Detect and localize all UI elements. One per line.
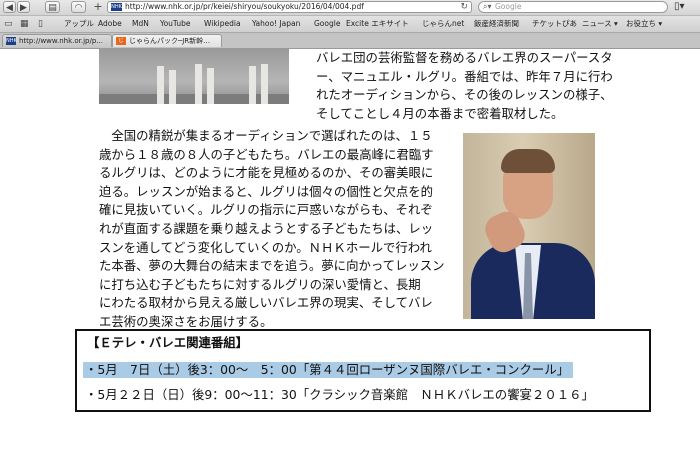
program-item-highlighted: ・5月 7日（土）後3：00～ 5：00「第４４回ローザンヌ国際バレエ・コンクー… [83,362,574,378]
text-line: スンを通してどう変化していくのか。ＮＨＫホールで行われ [99,239,432,255]
url-bar[interactable]: NHK http://www.nhk.or.jp/pr/keiei/shiryo… [107,1,472,13]
page-menu-icon[interactable]: ▯▾ [674,1,694,13]
browser-toolbar: ◀ ▶ ▤ ◠ + NHK http://www.nhk.or.jp/pr/ke… [0,0,700,16]
bookmark-item[interactable]: Adobe [98,16,122,32]
tab-label: http://www.nhk.or.jp/p... [19,37,103,45]
bookmarks-bar: ▭ ▦ ▯ アップル Adobe MdN YouTube Wikipedia Y… [0,16,700,33]
bookmark-item[interactable]: じゃらんnet [422,16,464,32]
text-line: れが直面する課題を乗り越えようとする子どもたちは、レッ [99,220,434,236]
text-line: るルグリは、どのように才能を見極めるのか、その審美眼に [99,165,434,181]
ballet-rehearsal-photo [99,48,289,104]
bookmark-item[interactable]: YouTube [160,16,191,32]
search-field[interactable]: ⌕▾ Google [478,1,668,13]
bookmark-item[interactable]: Wikipedia [204,16,241,32]
text-line: ー、マニュエル・ルグリ。番組では、昨年７月に行わ [316,68,613,84]
program-box-title: 【Ｅテレ・バレエ関連番組】 [87,335,249,350]
bookmark-item[interactable]: チケットぴあ [532,16,577,32]
text-line: にわたる取材から見える厳しいバレエ界の現実、そしてバレ [99,295,433,311]
article-intro: バレエ団の芸術監督を務めるバレエ界のスーパースタ ー、マニュエル・ルグリ。番組で… [316,49,613,123]
reload-icon[interactable]: ↻ [460,2,468,12]
rss-icon[interactable]: ◠ [71,1,86,13]
text-line: た本番、夢の大舞台の結末までを追う。夢に向かってレッスン [99,258,445,274]
back-button[interactable]: ◀ [3,1,16,13]
show-all-bookmarks-icon[interactable]: ▭ [4,16,13,32]
bookmark-item[interactable]: アップル [64,16,94,32]
text-line: 迫る。レッスンが始まると、ルグリは個々の個性と欠点を的 [99,183,434,199]
text-line: バレエ団の芸術監督を務めるバレエ界のスーパースタ [316,50,613,65]
tab-nhk[interactable]: NHK http://www.nhk.or.jp/p... [2,34,112,47]
bookmark-item[interactable]: お役立ち ▾ [626,16,662,32]
site-favicon-icon: NHK [111,3,122,11]
top-sites-icon[interactable]: ▦ [20,16,29,32]
jalan-favicon-icon: じ [116,37,126,45]
url-text[interactable]: http://www.nhk.or.jp/pr/keiei/shiryou/so… [125,2,364,12]
bookmark-item[interactable]: ニュース ▾ [582,16,618,32]
search-icon: ⌕▾ [483,2,492,11]
search-placeholder: Google [495,2,522,11]
tab-jalan[interactable]: じ じゃらんパック─JR新幹… [112,34,222,47]
text-line: 歳から１８歳の８人の子どもたち。バレエの最高峰に君臨す [99,146,434,162]
text-line: れたオーディションから、その後のレッスンの様子、 [316,87,613,103]
bookmark-item[interactable]: Yahoo! Japan [252,16,300,32]
bookmark-item[interactable]: MdN [132,16,149,32]
program-info-box: 【Ｅテレ・バレエ関連番組】 ・5月 7日（土）後3：00～ 5：00「第４４回ロ… [75,329,651,412]
tab-label: じゃらんパック─JR新幹… [129,37,211,45]
reader-button[interactable]: ▤ [45,1,60,13]
text-line: 全国の精鋭が集まるオーディションで選ばれたのは、１５ [99,128,433,143]
bookmark-item[interactable]: Excite エキサイト [346,16,409,32]
article-body: 全国の精鋭が集まるオーディションで選ばれたのは、１５ 歳から１８歳の８人の子ども… [99,127,445,332]
bookmark-item[interactable]: 飯産経済新聞 [474,16,519,32]
program-item: ・5月２２日（日）後9：00～11：30「クラシック音楽館 ＮＨＫバレエの饗宴２… [85,387,594,402]
portrait-photo [463,133,595,319]
text-line: そしてことし４月の本番まで密着取材した。 [316,105,564,121]
tab-bar: NHK http://www.nhk.or.jp/p... じ じゃらんパック─… [0,33,700,49]
text-line: 確に見抜いていく。ルグリの指示に戸惑いながらも、それぞ [99,202,433,218]
add-bookmark-button[interactable]: + [92,1,104,13]
nhk-favicon-icon: NHK [6,37,17,45]
text-line: に打ち込む子どもたちに対するルグリの深い愛情と、長期 [99,276,421,292]
bookmarks-icon[interactable]: ▯ [38,16,43,32]
bookmark-item[interactable]: Google [314,16,340,32]
forward-button[interactable]: ▶ [17,1,30,13]
